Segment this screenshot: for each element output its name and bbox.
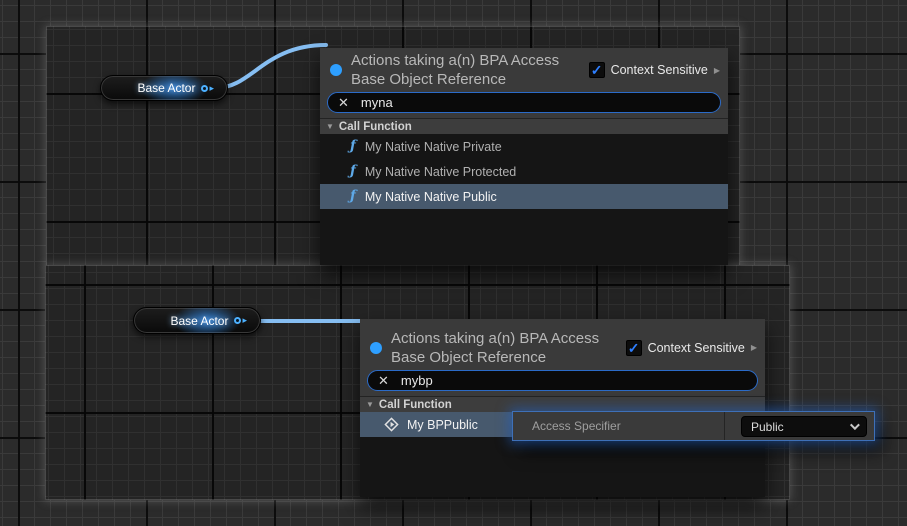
blueprint-graph-canvas[interactable]: Base Actor ▸ Base Actor ▸ Actions taking… — [0, 0, 907, 526]
list-item-label: My Native Native Public — [365, 190, 497, 204]
access-specifier-tooltip: Access Specifier Public — [512, 411, 875, 441]
list-item[interactable]: ƒ My Native Native Private — [320, 134, 728, 159]
function-icon: ƒ — [350, 190, 356, 203]
output-pin-icon[interactable]: ▸ — [201, 84, 214, 93]
category-label: Call Function — [379, 399, 452, 411]
tooltip-label-section: Access Specifier — [513, 412, 725, 440]
category-call-function[interactable]: ▼ Call Function — [320, 118, 728, 134]
menu-title: Actions taking a(n) BPA Access Base Obje… — [391, 329, 599, 367]
list-item[interactable]: ƒ My Native Native Protected — [320, 159, 728, 184]
list-item-selected[interactable]: ƒ My Native Native Public — [320, 184, 728, 209]
context-menu-top: Actions taking a(n) BPA Access Base Obje… — [320, 48, 728, 265]
context-sensitive-toggle[interactable]: ✓ Context Sensitive ▶ — [626, 340, 757, 356]
menu-title-line2: Base Object Reference — [391, 348, 599, 367]
expand-arrow-icon[interactable]: ▶ — [751, 343, 757, 352]
output-pin-icon[interactable]: ▸ — [234, 316, 247, 325]
search-input[interactable] — [361, 95, 710, 110]
menu-header: Actions taking a(n) BPA Access Base Obje… — [360, 319, 765, 370]
collapse-caret-icon[interactable]: ▼ — [366, 400, 374, 409]
clear-search-icon[interactable]: ✕ — [338, 95, 349, 111]
list-item-label: My Native Native Protected — [365, 165, 516, 179]
pin-type-dot-icon — [330, 64, 342, 76]
node-title: Base Actor — [170, 314, 228, 328]
context-menu-bottom: Actions taking a(n) BPA Access Base Obje… — [360, 319, 765, 497]
dropdown-value: Public — [751, 420, 784, 434]
search-box[interactable]: ✕ — [327, 92, 721, 113]
search-row: ✕ — [320, 92, 728, 118]
menu-header: Actions taking a(n) BPA Access Base Obje… — [320, 48, 728, 92]
context-sensitive-label: Context Sensitive — [648, 341, 745, 355]
blueprint-function-diamond-icon — [384, 417, 399, 432]
menu-title-line1: Actions taking a(n) BPA Access — [351, 51, 559, 70]
context-sensitive-checkbox[interactable]: ✓ — [589, 62, 605, 78]
context-sensitive-checkbox[interactable]: ✓ — [626, 340, 642, 356]
pin-arrow-icon: ▸ — [242, 316, 247, 325]
pin-ring-icon — [201, 85, 208, 92]
tooltip-label: Access Specifier — [532, 419, 621, 433]
search-input[interactable] — [401, 373, 747, 388]
menu-title-line1: Actions taking a(n) BPA Access — [391, 329, 599, 348]
category-call-function[interactable]: ▼ Call Function — [360, 396, 765, 412]
check-icon: ✓ — [628, 341, 640, 355]
pin-ring-icon — [234, 317, 241, 324]
pin-arrow-icon: ▸ — [209, 84, 214, 93]
chevron-down-icon — [850, 420, 860, 430]
category-label: Call Function — [339, 121, 412, 133]
pin-type-dot-icon — [370, 342, 382, 354]
menu-title: Actions taking a(n) BPA Access Base Obje… — [351, 51, 559, 89]
node-base-actor-top[interactable]: Base Actor ▸ — [100, 75, 228, 101]
access-specifier-dropdown[interactable]: Public — [741, 416, 867, 437]
context-sensitive-toggle[interactable]: ✓ Context Sensitive ▶ — [589, 62, 720, 78]
node-title: Base Actor — [137, 81, 195, 95]
collapse-caret-icon[interactable]: ▼ — [326, 122, 334, 131]
list-item-label: My Native Native Private — [365, 140, 502, 154]
search-row: ✕ — [360, 370, 765, 396]
expand-arrow-icon[interactable]: ▶ — [714, 66, 720, 75]
function-icon: ƒ — [350, 165, 356, 178]
action-list: ƒ My Native Native Private ƒ My Native N… — [320, 134, 728, 265]
clear-search-icon[interactable]: ✕ — [378, 373, 389, 389]
function-icon: ƒ — [350, 140, 356, 153]
search-box[interactable]: ✕ — [367, 370, 758, 391]
context-sensitive-label: Context Sensitive — [611, 63, 708, 77]
menu-title-line2: Base Object Reference — [351, 70, 559, 89]
check-icon: ✓ — [591, 63, 603, 77]
list-item-label: My BPPublic — [407, 418, 478, 432]
node-base-actor-bottom[interactable]: Base Actor ▸ — [133, 307, 261, 334]
